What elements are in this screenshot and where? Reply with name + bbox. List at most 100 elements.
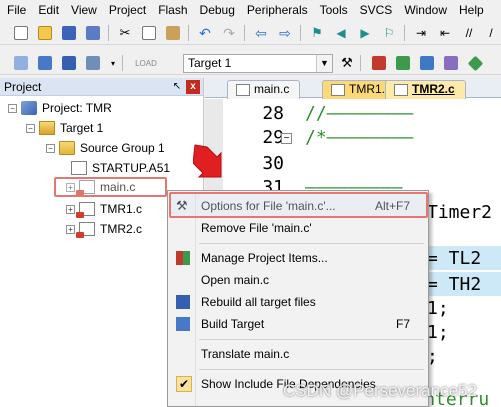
tree-file-label: STARTUP.A51 [92, 161, 171, 175]
code-line[interactable]: /*———————— [305, 127, 413, 148]
uncomment-icon[interactable]: / [482, 24, 500, 42]
tree-file-tmr2[interactable]: + TMR2.c [66, 220, 142, 238]
toolbar-separator [122, 55, 123, 71]
line-number: 28 [262, 103, 284, 124]
chevron-down-icon[interactable]: ▼ [316, 55, 332, 72]
menu-item-remove-file[interactable]: Remove File 'main.c' [170, 217, 426, 239]
paste-icon[interactable] [164, 24, 182, 42]
bookmark-icon[interactable]: ⚑ [308, 24, 326, 42]
batch-build-icon[interactable] [84, 54, 102, 72]
menu-item-rebuild-all[interactable]: Rebuild all target files [170, 291, 426, 313]
tree-project-label: Project: TMR [42, 101, 112, 115]
save-icon[interactable] [60, 24, 78, 42]
manage-items-icon[interactable] [370, 54, 388, 72]
options-item-highlight-box [169, 192, 428, 218]
tab-label: TMR2.c [412, 82, 455, 96]
software-packs-icon[interactable] [466, 54, 484, 72]
expand-icon[interactable]: + [66, 204, 75, 214]
expand-icon[interactable]: + [66, 224, 75, 234]
open-folder-icon[interactable] [36, 24, 54, 42]
nav-forward-icon[interactable]: ⇨ [276, 24, 294, 42]
rebuild-icon [176, 295, 190, 309]
toolbar-separator [188, 25, 189, 41]
c-file-icon [331, 84, 345, 96]
code-line[interactable]: 1; [427, 298, 449, 319]
target-options-icon[interactable]: ⚒ [338, 54, 356, 72]
batch-build-dropdown-icon[interactable]: ▾ [104, 54, 122, 72]
pin-icon[interactable]: ↖ [171, 81, 183, 92]
copy-icon[interactable] [140, 24, 158, 42]
bookmark-prev-icon[interactable]: ◀ [332, 24, 350, 42]
bookmark-next-icon[interactable]: ▶ [356, 24, 374, 42]
code-line[interactable]: = TH2 [427, 274, 481, 295]
code-line[interactable]: = TL2 [427, 248, 481, 269]
tree-target[interactable]: − Target 1 [26, 119, 103, 137]
rte-icon[interactable] [442, 54, 460, 72]
menu-debug[interactable]: Debug [194, 0, 241, 20]
load-label: LOAD [135, 58, 157, 68]
target-select[interactable]: Target 1 ▼ [183, 54, 333, 73]
menu-edit[interactable]: Edit [32, 0, 65, 20]
tree-project[interactable]: − Project: TMR [8, 99, 112, 117]
asm-file-icon [71, 161, 87, 175]
new-file-icon[interactable] [12, 24, 30, 42]
toolbar-separator [244, 25, 245, 41]
toolbar-separator [108, 25, 109, 41]
main-toolbar: ✂ ↶ ↷ ⇦ ⇨ ⚑ ◀ ▶ ⚐ ⇥ ⇤ // / [0, 21, 501, 45]
tree-file-label: TMR2.c [100, 222, 142, 236]
save-all-icon[interactable] [84, 24, 102, 42]
menu-item-manage-project-items[interactable]: Manage Project Items... [170, 247, 426, 269]
cut-icon[interactable]: ✂ [116, 24, 134, 42]
menu-window[interactable]: Window [398, 0, 453, 20]
code-line[interactable]: //———————— [305, 103, 413, 124]
c-file-icon [76, 202, 95, 218]
tree-file-tmr1[interactable]: + TMR1.c [66, 200, 142, 218]
tree-file-label: TMR1.c [100, 202, 142, 216]
comment-icon[interactable]: // [460, 24, 478, 42]
toolbar-separator [404, 25, 405, 41]
tab-main[interactable]: main.c [227, 80, 301, 99]
menu-project[interactable]: Project [103, 0, 152, 20]
tree-group[interactable]: − Source Group 1 [46, 139, 165, 157]
menu-tools[interactable]: Tools [314, 0, 354, 20]
c-file-icon [394, 84, 408, 96]
menu-item-translate[interactable]: Translate main.c [170, 343, 426, 365]
collapse-icon[interactable]: − [8, 103, 17, 113]
menu-item-label: Build Target [201, 317, 265, 331]
menu-peripherals[interactable]: Peripherals [241, 0, 314, 20]
select-packs-icon[interactable] [418, 54, 436, 72]
menu-item-open-file[interactable]: Open main.c [170, 269, 426, 291]
context-menu: ⚒ Options for File 'main.c'... Alt+F7 Re… [167, 190, 429, 407]
manage-items-icon [176, 251, 190, 265]
tab-tmr2[interactable]: TMR2.c [385, 80, 466, 99]
load-download-icon[interactable]: LOAD [132, 54, 160, 72]
tree-file-startup[interactable]: STARTUP.A51 [71, 159, 170, 177]
project-icon [21, 101, 37, 115]
c-file-icon [76, 222, 95, 238]
rebuild-icon[interactable] [60, 54, 78, 72]
packs-icon[interactable] [394, 54, 412, 72]
collapse-icon[interactable]: − [26, 123, 35, 133]
undo-icon[interactable]: ↶ [196, 24, 214, 42]
translate-icon[interactable] [12, 54, 30, 72]
code-line[interactable]: Timer2 [427, 202, 492, 223]
nav-back-icon[interactable]: ⇦ [252, 24, 270, 42]
menu-flash[interactable]: Flash [152, 0, 193, 20]
bookmark-clear-icon[interactable]: ⚐ [380, 24, 398, 42]
fold-toggle-icon[interactable]: − [281, 133, 292, 144]
project-pane-header: Project ↖ x [0, 78, 203, 96]
menu-help[interactable]: Help [453, 0, 490, 20]
build-icon[interactable] [36, 54, 54, 72]
close-icon[interactable]: x [186, 79, 200, 94]
menu-view[interactable]: View [65, 0, 103, 20]
menu-item-build-target[interactable]: Build Target F7 [170, 313, 426, 335]
code-line[interactable]: 1; [427, 322, 449, 343]
menu-svcs[interactable]: SVCS [354, 0, 399, 20]
menu-item-label: Translate main.c [201, 347, 290, 361]
indent-icon[interactable]: ⇥ [412, 24, 430, 42]
collapse-icon[interactable]: − [46, 143, 55, 153]
folder-icon [59, 141, 75, 155]
unindent-icon[interactable]: ⇤ [436, 24, 454, 42]
menu-file[interactable]: File [0, 0, 32, 20]
redo-icon[interactable]: ↷ [220, 24, 238, 42]
